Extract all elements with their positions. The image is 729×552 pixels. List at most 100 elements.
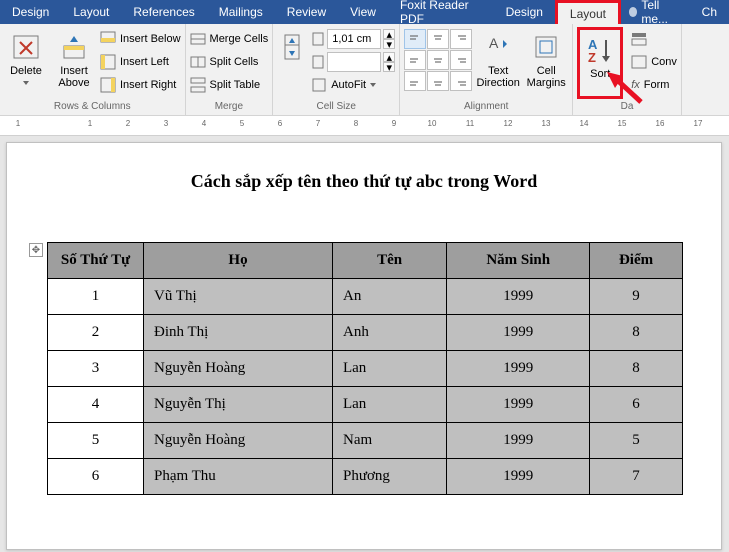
cell-margins-icon [533,34,559,60]
alignment-grid [404,27,472,99]
table-row: 6Phạm ThuPhương19997 [48,459,683,495]
tab-review[interactable]: Review [275,0,338,24]
row-height-input[interactable]: 1,01 cm ▴▾ [311,29,395,49]
tab-layout[interactable]: Layout [61,0,121,24]
insert-below-label: Insert Below [120,33,181,45]
insert-left-icon [100,54,116,70]
tab-foxit[interactable]: Foxit Reader PDF [388,0,494,24]
align-mid-right[interactable] [450,50,472,70]
formula-label: Form [644,79,670,91]
col-width-value[interactable] [327,52,381,72]
insert-right-label: Insert Right [120,79,176,91]
layout-tab-highlight: Layout [555,0,621,24]
tab-references[interactable]: References [121,0,206,24]
cell-margins-button[interactable]: Cell Margins [524,27,568,99]
row-height-value[interactable]: 1,01 cm [327,29,381,49]
align-mid-center[interactable] [427,50,449,70]
group-alignment: A Text Direction Cell Margins Alignment [400,24,573,115]
word-table[interactable]: Số Thứ Tự Họ Tên Năm Sinh Điểm 1Vũ ThịAn… [47,242,683,495]
table-row: 1Vũ ThịAn19999 [48,279,683,315]
split-table-label: Split Table [210,79,261,91]
document-page[interactable]: Cách sắp xếp tên theo thứ tự abc trong W… [6,142,722,550]
tab-view[interactable]: View [338,0,388,24]
cell-size-group-label: Cell Size [277,99,395,115]
height-icon [311,31,325,47]
autofit-small-icon [311,77,327,93]
width-icon [311,54,325,70]
tab-table-design[interactable]: Design [494,0,555,24]
th-stt[interactable]: Số Thứ Tự [48,243,144,279]
rows-cols-group-label: Rows & Columns [4,99,181,115]
align-bot-center[interactable] [427,71,449,91]
align-bot-left[interactable] [404,71,426,91]
table-row: 5Nguyễn HoàngNam19995 [48,423,683,459]
insert-below-icon [100,31,116,47]
page-title: Cách sắp xếp tên theo thứ tự abc trong W… [47,171,681,192]
group-merge: Merge Cells Split Cells Split Table Merg… [186,24,274,115]
col-width-input[interactable]: ▴▾ [311,52,395,72]
split-table-icon [190,77,206,93]
repeat-header-icon [631,32,647,46]
ribbon: Delete Insert Above Insert Below Insert … [0,24,729,116]
split-cells-button[interactable]: Split Cells [190,52,269,72]
tab-mailings[interactable]: Mailings [207,0,275,24]
table-row: 3Nguyễn HoàngLan19998 [48,351,683,387]
table-move-handle[interactable]: ✥ [29,243,43,257]
group-data: AZ Sort Conv fxForm Da [573,24,682,115]
split-table-button[interactable]: Split Table [190,75,269,95]
align-mid-left[interactable] [404,50,426,70]
merge-cells-label: Merge Cells [210,33,269,45]
align-top-center[interactable] [427,29,449,49]
delete-icon [12,34,40,60]
insert-above-icon [60,34,88,60]
insert-right-button[interactable]: Insert Right [100,75,181,95]
merge-cells-button[interactable]: Merge Cells [190,29,269,49]
align-bot-right[interactable] [450,71,472,91]
split-cells-label: Split Cells [210,56,259,68]
merge-cells-icon [190,31,206,47]
insert-above-label: Insert Above [58,65,89,89]
th-ten[interactable]: Tên [332,243,446,279]
spin-down[interactable]: ▾ [383,39,395,49]
delete-button[interactable]: Delete [4,27,48,99]
convert-button[interactable]: Conv [631,52,677,72]
autofit-menu-button[interactable]: AutoFit [311,75,395,95]
text-direction-icon: A [485,34,511,60]
overflow-text: Ch [690,0,729,24]
sort-icon: AZ [586,36,614,64]
data-group-label: Da [577,99,677,115]
insert-below-button[interactable]: Insert Below [100,29,181,49]
table-row: 2Đinh ThịAnh19998 [48,315,683,351]
tab-table-layout[interactable]: Layout [558,3,618,25]
insert-right-icon [100,77,116,93]
spin-down[interactable]: ▾ [383,62,395,72]
group-rows-columns: Delete Insert Above Insert Below Insert … [0,24,186,115]
sort-button[interactable]: AZ Sort [582,30,618,80]
insert-above-button[interactable]: Insert Above [52,27,96,99]
text-direction-label: Text Direction [477,65,520,89]
autofit-icon [281,33,303,61]
text-direction-button[interactable]: A Text Direction [476,27,520,99]
align-top-left[interactable] [404,29,426,49]
autofit-button[interactable] [277,27,307,99]
tell-me-label: Tell me... [641,0,681,26]
autofit-label: AutoFit [331,79,366,91]
table-header-row: Số Thứ Tự Họ Tên Năm Sinh Điểm [48,243,683,279]
insert-left-button[interactable]: Insert Left [100,52,181,72]
merge-group-label: Merge [190,99,269,115]
tell-me-box[interactable]: Tell me... [621,0,690,24]
insert-left-label: Insert Left [120,56,169,68]
sort-label: Sort [590,68,610,80]
cell-margins-label: Cell Margins [527,65,566,89]
th-namsinh[interactable]: Năm Sinh [447,243,590,279]
formula-button[interactable]: fxForm [631,75,677,95]
th-diem[interactable]: Điểm [590,243,683,279]
th-ho[interactable]: Họ [144,243,333,279]
table-body: 1Vũ ThịAn19999 2Đinh ThịAnh19998 3Nguyễn… [48,279,683,495]
repeat-header-button[interactable] [631,29,677,49]
align-top-right[interactable] [450,29,472,49]
horizontal-ruler[interactable]: 1 1 2 3 4 5 6 7 8 9 10 11 12 13 14 15 16… [0,116,729,136]
delete-label: Delete [10,65,42,77]
tab-design[interactable]: Design [0,0,61,24]
svg-text:Z: Z [588,50,596,64]
